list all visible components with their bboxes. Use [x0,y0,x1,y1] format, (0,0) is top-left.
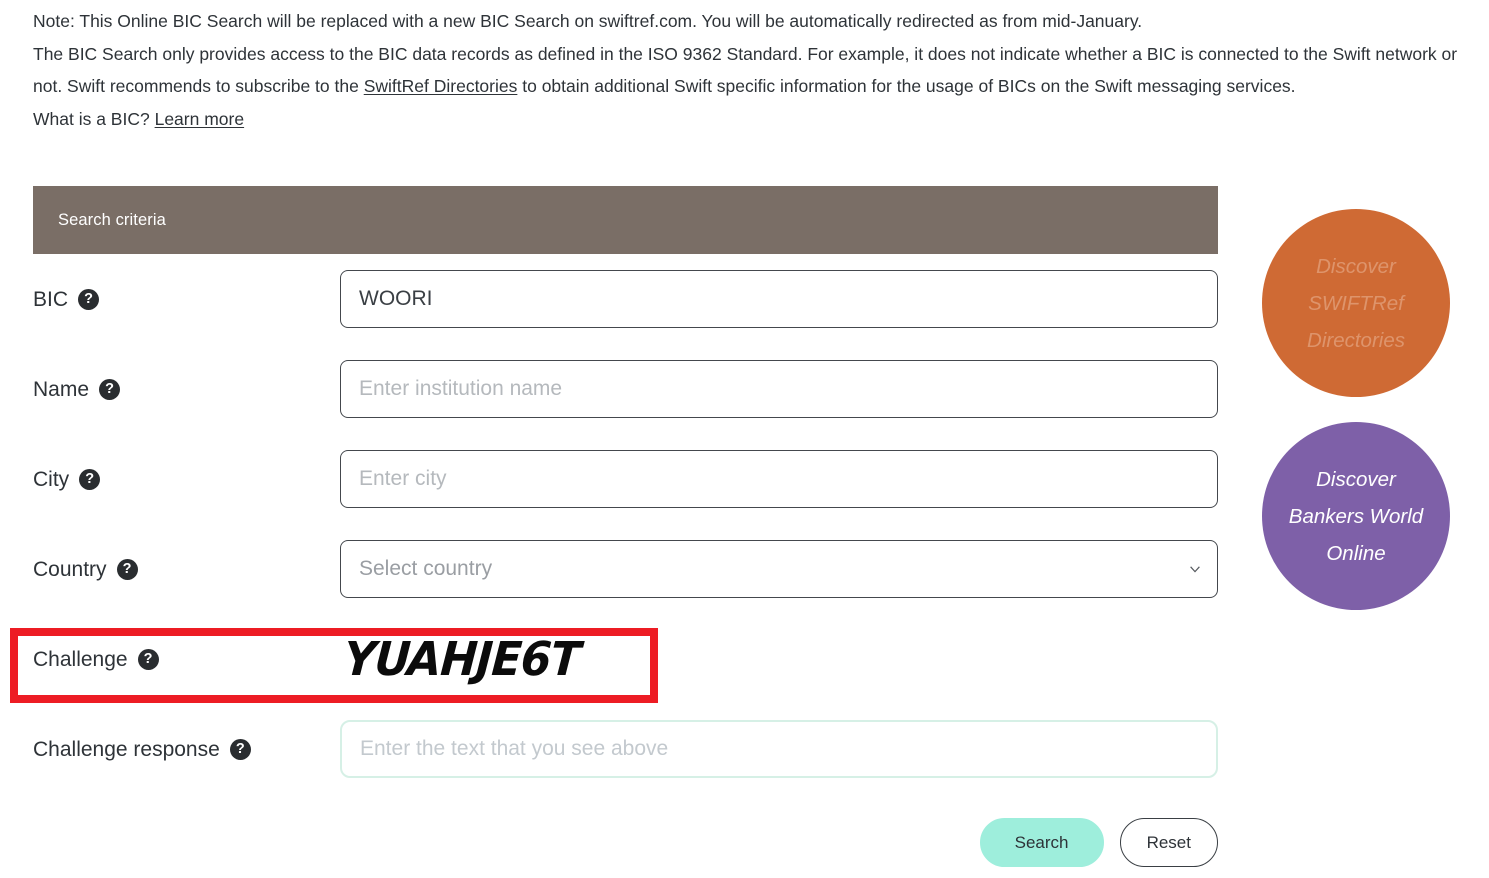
name-row: Name ? [33,344,1218,434]
redirect-notice: Note: This Online BIC Search will be rep… [33,11,1143,31]
what-is-bic-line: What is a BIC? Learn more [33,103,1461,136]
city-input[interactable] [340,450,1218,508]
challenge-help-icon[interactable]: ? [137,648,159,670]
name-label-text: Name [33,377,90,401]
challenge-label: Challenge ? [33,647,340,671]
country-help-icon[interactable]: ? [116,558,138,580]
promo-purple-line-3: Online [1326,541,1386,565]
what-is-bic-text: What is a BIC? [33,108,150,129]
bic-row: BIC ? [33,254,1218,344]
country-label-text: Country [33,557,107,581]
name-help-icon[interactable]: ? [99,378,121,400]
bic-description: The BIC Search only provides access to t… [33,38,1461,103]
city-row: City ? [33,434,1218,524]
captcha-image-text: YUAHJE6T [342,631,582,687]
promo-swiftref-directories[interactable]: Discover SWIFTRef Directories [1262,209,1450,397]
city-label-text: City [33,467,70,491]
challenge-response-label-text: Challenge response [33,737,220,761]
name-input[interactable] [340,360,1218,418]
bic-label-text: BIC [33,287,69,311]
challenge-response-help-icon[interactable]: ? [229,738,251,760]
learn-more-link[interactable]: Learn more [155,109,245,129]
city-field-wrap [340,450,1218,508]
challenge-row: Challenge ? YUAHJE6T [33,614,1218,704]
search-button[interactable]: Search [979,818,1104,867]
promo-purple-line-2: Bankers World [1288,504,1424,528]
country-select-wrap: Select country [340,540,1218,598]
search-criteria-header: Search criteria [33,186,1218,254]
country-label: Country ? [33,557,340,581]
intro-note: Note: This Online BIC Search will be rep… [33,5,1461,135]
bic-label: BIC ? [33,287,340,311]
bic-help-icon[interactable]: ? [78,288,100,310]
panel-title: Search criteria [58,210,166,229]
country-row: Country ? Select country [33,524,1218,614]
form-actions: Search Reset [33,818,1218,867]
name-field-wrap [340,360,1218,418]
promo-orange-line-2: SWIFTRef [1308,291,1404,315]
promo-purple-line-1: Discover [1316,467,1396,491]
country-select-value: Select country [359,557,493,580]
name-label: Name ? [33,377,340,401]
challenge-response-row: Challenge response ? [33,704,1218,794]
city-help-icon[interactable]: ? [79,468,101,490]
promo-orange-line-1: Discover [1316,254,1396,278]
promo-orange-line-3: Directories [1307,328,1405,352]
country-field-wrap: Select country [340,540,1218,598]
search-criteria-form: BIC ? Name ? City ? Country ? [33,254,1218,794]
bic-description-part2: to obtain additional Swift specific info… [517,76,1296,96]
challenge-response-input[interactable] [340,720,1218,778]
challenge-response-label: Challenge response ? [33,737,340,761]
promo-bankers-world-online[interactable]: Discover Bankers World Online [1262,422,1450,610]
challenge-response-field-wrap [340,720,1218,778]
country-select[interactable]: Select country [340,540,1218,598]
bic-input[interactable] [340,270,1218,328]
city-label: City ? [33,467,340,491]
reset-button[interactable]: Reset [1119,818,1218,867]
bic-field-wrap [340,270,1218,328]
challenge-field-wrap: YUAHJE6T [340,631,1218,687]
swiftref-directories-link[interactable]: SwiftRef Directories [364,76,518,96]
challenge-label-text: Challenge [33,647,128,671]
